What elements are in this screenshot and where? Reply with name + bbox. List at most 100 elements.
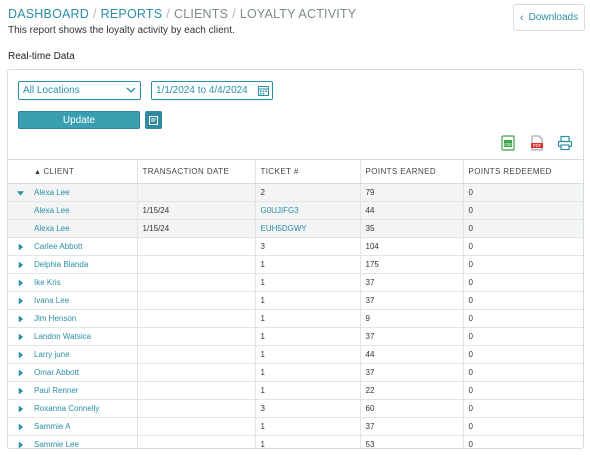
table-row-detail[interactable]: Alexa Lee 1/15/24 EUH5DGWY 35 0 [8,219,583,238]
breadcrumb-separator: / [92,7,97,21]
cell-ticket: 3 [254,399,360,418]
cell-ticket-text[interactable]: EUH5DGWY [261,224,307,233]
cell-ticket: 1 [254,417,360,436]
cell-ticket: 1 [254,435,360,448]
downloads-button[interactable]: ‹ Downloads [513,4,585,31]
cell-points-redeemed-text: 0 [468,386,473,395]
caret-down-icon[interactable] [17,189,24,197]
column-header-ticket[interactable]: TICKET # [254,159,360,184]
caret-right-icon[interactable] [17,351,24,359]
cell-transaction-date [136,381,255,400]
cell-points-earned-text: 22 [365,386,375,395]
cell-client-text[interactable]: Landon Watsica [34,332,91,341]
cell-client-text[interactable]: Larry june [34,350,70,359]
cell-client-text[interactable]: Sammie Lee [34,440,79,448]
cell-points-earned-text: 175 [365,260,379,269]
column-header-points-redeemed[interactable]: POINTS REDEEMED [462,159,583,184]
table-row[interactable]: Delphia Blanda 1 175 0 [8,255,583,274]
edit-columns-button[interactable] [145,111,162,129]
cell-points-redeemed: 0 [462,273,583,292]
cell-client-text[interactable]: Paul Renner [34,386,78,395]
column-header-points-earned[interactable]: POINTS EARNED [359,159,463,184]
cell-client-text[interactable]: Roxanna Connelly [34,404,99,413]
breadcrumb-dashboard[interactable]: DASHBOARD [8,7,89,21]
cell-points-redeemed: 0 [462,255,583,274]
cell-ticket: 3 [254,237,360,256]
cell-ticket-text[interactable]: G0UJIFG3 [261,206,299,215]
table-row[interactable]: Carlee Abbott 3 104 0 [8,237,583,256]
caret-right-icon[interactable] [17,387,24,395]
table-row[interactable]: Alexa Lee 2 79 0 [8,183,583,202]
date-range-input[interactable]: 1/1/2024 to 4/4/2024 [151,81,273,100]
cell-client-text[interactable]: Jim Henson [34,314,76,323]
cell-client-text[interactable]: Carlee Abbott [34,242,82,251]
table-row[interactable]: Paul Renner 1 22 0 [8,381,583,400]
svg-text:csv: csv [504,142,512,148]
cell-client: Alexa Lee [8,183,137,202]
column-header-transaction-date[interactable]: TRANSACTION DATE [136,159,255,184]
cell-points-redeemed: 0 [462,183,583,202]
cell-ticket: 1 [254,363,360,382]
caret-right-icon[interactable] [17,423,24,431]
table-row[interactable]: Landon Watsica 1 37 0 [8,327,583,346]
column-header-client[interactable]: ▲ CLIENT [8,159,137,184]
cell-ticket-text: 1 [260,296,265,305]
table-row[interactable]: Ivana Lee 1 37 0 [8,291,583,310]
caret-right-icon[interactable] [17,243,24,251]
cell-points-earned: 104 [359,237,463,256]
cell-points-earned-text: 37 [365,278,375,287]
cell-transaction-date [136,237,255,256]
cell-points-earned: 79 [359,183,463,202]
cell-points-redeemed-text: 0 [468,278,473,287]
table-row[interactable]: Omar Abbott 1 37 0 [8,363,583,382]
cell-client-text[interactable]: Sammie A [34,422,70,431]
table-row[interactable]: Larry june 1 44 0 [8,345,583,364]
cell-points-earned: 37 [359,327,463,346]
cell-client-text[interactable]: Alexa Lee [34,224,70,233]
cell-ticket: 1 [254,255,360,274]
cell-client-text[interactable]: Omar Abbott [34,368,79,377]
breadcrumb-separator: / [166,7,170,21]
table-row[interactable]: Roxanna Connelly 3 60 0 [8,399,583,418]
calendar-icon[interactable] [258,85,269,96]
cell-client: Alexa Lee [8,201,137,220]
breadcrumb-loyalty-activity: LOYALTY ACTIVITY [239,7,357,21]
location-select[interactable]: All Locations [18,81,141,100]
cell-points-redeemed: 0 [462,399,583,418]
excel-csv-icon[interactable]: csv [500,135,516,151]
cell-client-text[interactable]: Ivana Lee [34,296,69,305]
cell-client-text[interactable]: Alexa Lee [34,188,70,197]
caret-right-icon[interactable] [17,315,24,323]
breadcrumb-reports[interactable]: REPORTS [101,7,163,21]
table-row[interactable]: Sammie A 1 37 0 [8,417,583,436]
caret-right-icon[interactable] [17,297,24,305]
cell-client: Sammie A [8,417,137,436]
cell-ticket: 1 [254,381,360,400]
cell-transaction-date [136,309,255,328]
table-body: Alexa Lee 2 79 0 Alexa Lee 1/15/24 G0UJIFG3 44 0… [8,183,583,449]
cell-points-earned-text: 37 [365,332,375,341]
cell-ticket: 1 [254,345,360,364]
caret-right-icon[interactable] [17,405,24,413]
cell-points-earned: 35 [359,219,463,238]
cell-transaction-date [136,183,255,202]
caret-right-icon[interactable] [17,333,24,341]
print-icon[interactable] [557,135,573,151]
update-button[interactable]: Update [18,111,140,129]
chevron-left-icon: ‹ [519,11,524,24]
cell-client-text[interactable]: Ike Kris [34,278,61,287]
cell-points-earned: 44 [359,345,463,364]
cell-ticket-text: 1 [260,278,265,287]
cell-points-earned: 9 [359,309,463,328]
caret-right-icon[interactable] [17,261,24,269]
caret-right-icon[interactable] [17,369,24,377]
table-row-detail[interactable]: Alexa Lee 1/15/24 G0UJIFG3 44 0 [8,201,583,220]
cell-client-text[interactable]: Alexa Lee [34,206,70,215]
cell-client-text[interactable]: Delphia Blanda [34,260,88,269]
table-row[interactable]: Sammie Lee 1 53 0 [8,435,583,449]
table-row[interactable]: Jim Henson 1 9 0 [8,309,583,328]
caret-right-icon[interactable] [17,441,24,449]
caret-right-icon[interactable] [17,279,24,287]
pdf-icon[interactable]: PDF [529,135,545,151]
table-row[interactable]: Ike Kris 1 37 0 [8,273,583,292]
